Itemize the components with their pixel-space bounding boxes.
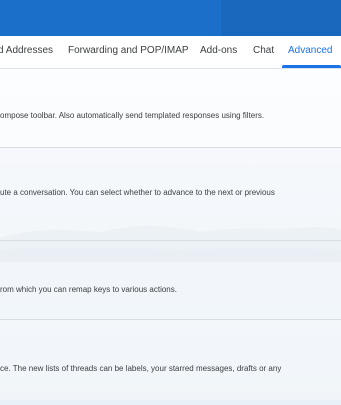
setting-row-custom-shortcuts: rom which you can remap keys to various … [0, 241, 341, 319]
tab-advanced[interactable]: Advanced [288, 36, 332, 66]
setting-description: ce. The new lists of threads can be labe… [0, 364, 282, 373]
setting-description: ute a conversation. You can select wheth… [0, 188, 275, 197]
tab-chat[interactable]: Chat [253, 36, 274, 66]
setting-row-templates: ompose toolbar. Also automatically send … [0, 69, 341, 147]
tab-add-ons[interactable]: Add-ons [200, 36, 237, 66]
setting-description: rom which you can remap keys to various … [0, 285, 177, 294]
setting-row-auto-advance: ute a conversation. You can select wheth… [0, 148, 341, 240]
active-tab-indicator [282, 65, 341, 68]
setting-description: ompose toolbar. Also automatically send … [0, 111, 265, 120]
header-shade [221, 0, 341, 36]
tab-addresses[interactable]: d Addresses [0, 36, 53, 66]
app-header-bar [0, 0, 341, 36]
setting-row-multiple-inboxes: ce. The new lists of threads can be labe… [0, 320, 341, 400]
tab-forwarding-pop-imap[interactable]: Forwarding and POP/IMAP [68, 36, 189, 66]
